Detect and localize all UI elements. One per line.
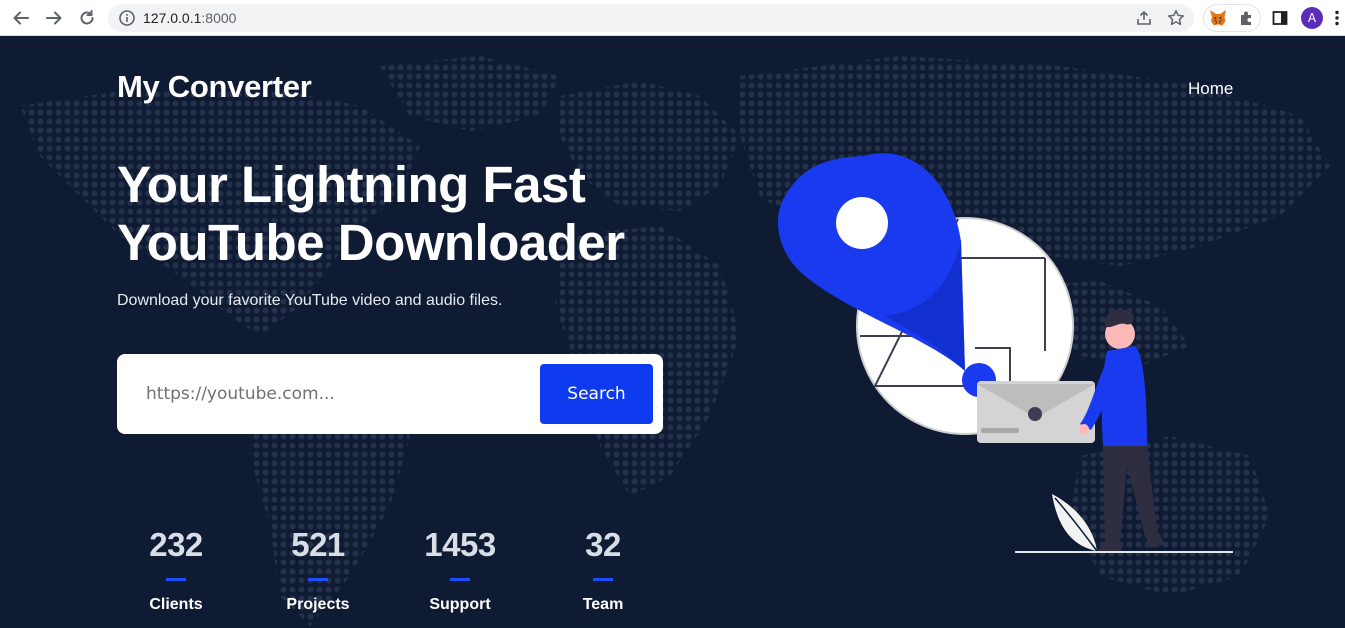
kebab-menu-icon[interactable] [1330, 6, 1344, 30]
stat-value: 32 [585, 526, 621, 563]
stat-value: 1453 [424, 526, 496, 563]
url-text[interactable]: 127.0.0.1:8000 [143, 10, 236, 26]
stat-divider [308, 578, 328, 581]
hero-illustration [777, 153, 1233, 553]
url-host: 127.0.0.1 [143, 10, 202, 26]
stat-label: Support [429, 596, 491, 613]
hero-subtitle: Download your favorite YouTube video and… [117, 292, 503, 309]
address-bar[interactable]: 127.0.0.1:8000 [108, 4, 1194, 32]
nav-link-home[interactable]: Home [1188, 79, 1233, 99]
fox-extension-icon[interactable] [1206, 6, 1230, 30]
hero-title-line-1: Your Lightning Fast [117, 156, 586, 213]
url-port: :8000 [201, 10, 237, 26]
stat-divider [593, 578, 613, 581]
puzzle-icon[interactable] [1235, 6, 1259, 30]
profile-avatar[interactable]: A [1301, 7, 1323, 29]
stat-clients: 232 Clients [106, 526, 246, 614]
back-arrow-icon[interactable] [9, 6, 33, 30]
forward-arrow-icon[interactable] [42, 6, 66, 30]
stat-value: 232 [149, 526, 203, 563]
page-content: My Converter Home Your Lightning Fast Yo… [0, 36, 1345, 628]
stat-label: Team [582, 596, 624, 613]
stat-divider [166, 578, 186, 581]
stat-value: 521 [291, 526, 345, 563]
info-icon[interactable] [118, 9, 136, 27]
share-icon[interactable] [1135, 9, 1153, 27]
stat-label: Clients [149, 596, 203, 613]
star-icon[interactable] [1167, 9, 1185, 27]
brand-logo[interactable]: My Converter [117, 69, 312, 105]
stat-team: 32 Team [533, 526, 673, 614]
youtube-url-input[interactable] [129, 364, 539, 424]
browser-toolbar: 127.0.0.1:8000 A [0, 0, 1345, 36]
search-form: Search [117, 354, 663, 434]
extensions-group [1203, 4, 1261, 32]
hero-title: Your Lightning Fast YouTube Downloader [117, 156, 625, 272]
stat-label: Projects [286, 596, 350, 613]
stat-projects: 521 Projects [248, 526, 388, 614]
reload-icon[interactable] [75, 6, 99, 30]
side-panel-icon[interactable] [1268, 6, 1292, 30]
stat-support: 1453 Support [390, 526, 530, 614]
search-button[interactable]: Search [540, 364, 653, 424]
hero-title-line-2: YouTube Downloader [117, 214, 625, 271]
stat-divider [450, 578, 470, 581]
